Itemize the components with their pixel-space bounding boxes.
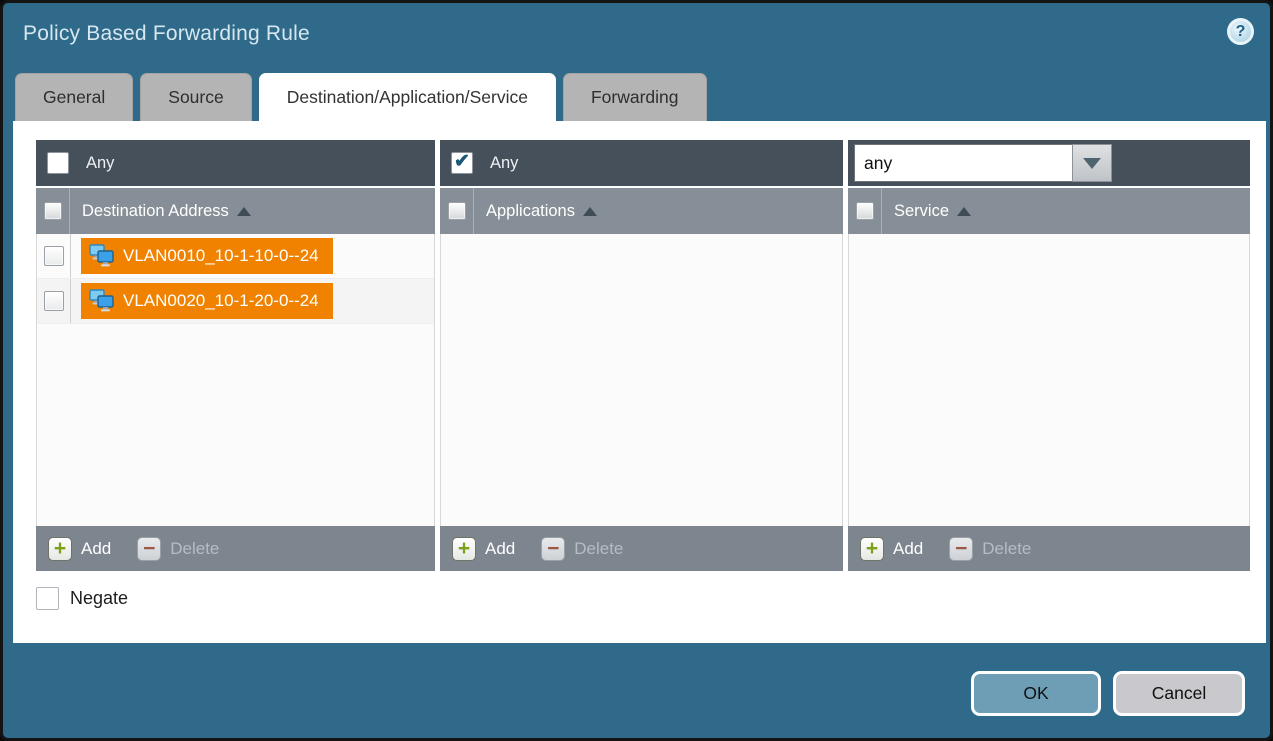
applications-select-all-checkbox[interactable] [448,202,466,220]
destination-address-header-row: Destination Address [36,188,435,234]
applications-any-checkbox[interactable] [451,152,473,174]
delete-service-button: − Delete [949,537,1031,561]
tab-general[interactable]: General [15,73,133,121]
negate-checkbox[interactable] [36,587,59,610]
cancel-button[interactable]: Cancel [1113,671,1245,716]
service-type-value[interactable] [854,144,1072,182]
minus-icon: − [541,537,565,561]
sort-asc-icon [957,207,971,216]
destination-address-column: Any Destination Address [36,140,435,571]
service-list [848,234,1250,526]
destination-any-label: Any [86,154,114,173]
service-column-header[interactable]: Service [894,202,971,221]
destination-actions-bar: + Add − Delete [36,526,435,571]
service-select-all-checkbox[interactable] [856,202,874,220]
add-destination-button[interactable]: + Add [48,537,111,561]
negate-option: Negate [36,587,128,610]
service-header-row: Service [848,188,1250,234]
sort-asc-icon [237,207,251,216]
service-column: Service + Add − Delete [848,140,1250,571]
network-address-icon [89,244,115,268]
row-checkbox[interactable] [44,291,64,311]
help-icon[interactable]: ? [1227,18,1254,45]
destination-any-checkbox[interactable] [47,152,69,174]
dropdown-button[interactable] [1072,144,1112,182]
address-object-chip[interactable]: VLAN0010_10-1-10-0--24 [81,238,333,274]
applications-column-header[interactable]: Applications [486,202,597,221]
tab-content-panel: Any Destination Address [13,121,1266,643]
minus-icon: − [137,537,161,561]
dialog-title: Policy Based Forwarding Rule [23,22,310,46]
applications-column: Any Applications + Add − Delete [440,140,843,571]
negate-label: Negate [70,588,128,609]
tab-source[interactable]: Source [140,73,251,121]
applications-any-label: Any [490,154,518,173]
add-service-button[interactable]: + Add [860,537,923,561]
service-actions-bar: + Add − Delete [848,526,1250,571]
plus-icon: + [452,537,476,561]
applications-list [440,234,843,526]
tab-forwarding[interactable]: Forwarding [563,73,707,121]
chevron-down-icon [1083,158,1101,169]
destination-address-column-header[interactable]: Destination Address [82,202,251,221]
list-item[interactable]: VLAN0010_10-1-10-0--24 [37,234,434,279]
address-object-name: VLAN0010_10-1-10-0--24 [123,246,319,266]
address-object-name: VLAN0020_10-1-20-0--24 [123,291,319,311]
destination-select-all-checkbox[interactable] [44,202,62,220]
applications-actions-bar: + Add − Delete [440,526,843,571]
destination-any-bar: Any [36,140,435,186]
service-type-dropdown[interactable] [854,144,1112,182]
delete-destination-button: − Delete [137,537,219,561]
address-object-chip[interactable]: VLAN0020_10-1-20-0--24 [81,283,333,319]
tab-bar: General Source Destination/Application/S… [15,73,707,121]
row-checkbox[interactable] [44,246,64,266]
plus-icon: + [48,537,72,561]
destination-address-list: VLAN0010_10-1-10-0--24 [36,234,435,526]
plus-icon: + [860,537,884,561]
policy-based-forwarding-dialog: Policy Based Forwarding Rule ? General S… [0,0,1273,741]
add-application-button[interactable]: + Add [452,537,515,561]
list-item[interactable]: VLAN0020_10-1-20-0--24 [37,279,434,324]
tab-destination-application-service[interactable]: Destination/Application/Service [259,73,556,121]
service-type-bar [848,140,1250,186]
delete-application-button: − Delete [541,537,623,561]
applications-any-bar: Any [440,140,843,186]
sort-asc-icon [583,207,597,216]
ok-button[interactable]: OK [971,671,1101,716]
network-address-icon [89,289,115,313]
minus-icon: − [949,537,973,561]
applications-header-row: Applications [440,188,843,234]
